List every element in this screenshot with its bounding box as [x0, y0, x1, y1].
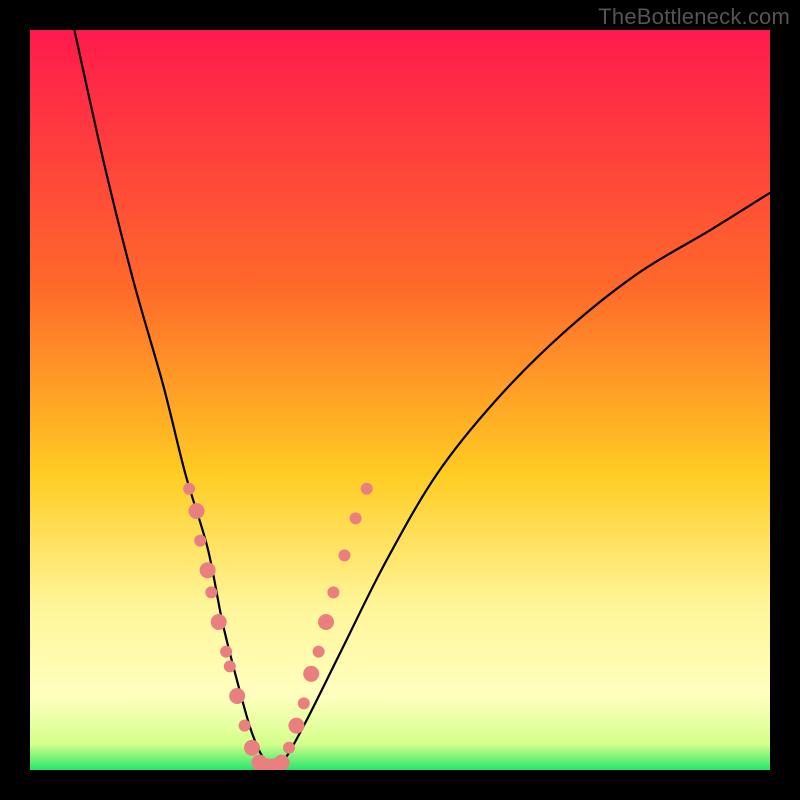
- chart-container: TheBottleneck.com: [0, 0, 800, 800]
- scatter-point: [288, 718, 304, 734]
- scatter-point: [361, 483, 373, 495]
- scatter-point: [339, 549, 351, 561]
- scatter-point: [211, 614, 227, 630]
- scatter-point: [313, 646, 325, 658]
- scatter-point: [327, 586, 339, 598]
- scatter-point: [303, 666, 319, 682]
- scatter-point: [298, 697, 310, 709]
- scatter-point: [244, 740, 260, 756]
- gradient-background: [30, 30, 770, 770]
- bottleneck-chart: [30, 30, 770, 770]
- scatter-point: [350, 512, 362, 524]
- scatter-point: [205, 586, 217, 598]
- scatter-point: [200, 562, 216, 578]
- scatter-point: [283, 742, 295, 754]
- watermark-text: TheBottleneck.com: [598, 4, 790, 30]
- scatter-point: [239, 720, 251, 732]
- scatter-point: [318, 614, 334, 630]
- scatter-point: [274, 755, 290, 770]
- scatter-point: [194, 535, 206, 547]
- scatter-point: [189, 503, 205, 519]
- scatter-point: [229, 688, 245, 704]
- scatter-point: [220, 646, 232, 658]
- scatter-point: [183, 483, 195, 495]
- scatter-point: [224, 660, 236, 672]
